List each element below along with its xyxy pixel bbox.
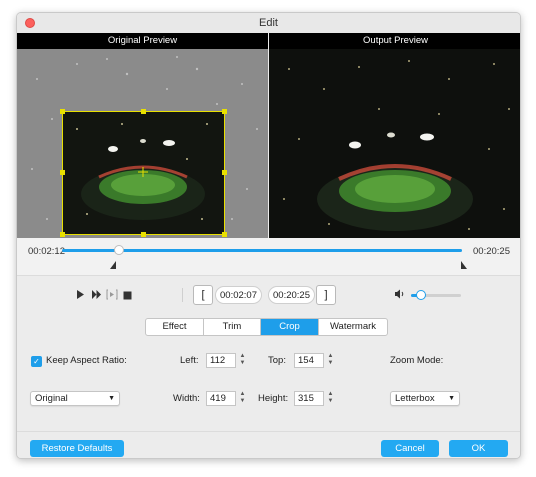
play-icon[interactable] [76, 289, 85, 304]
keep-aspect-label: Keep Aspect Ratio: [46, 355, 127, 366]
speaker-icon[interactable] [394, 288, 406, 304]
zoom-mode-value: Letterbox [395, 393, 435, 404]
left-input[interactable]: 112 [206, 353, 236, 368]
loop-bracket-icon[interactable] [106, 289, 118, 304]
chevron-down-icon: ▼ [108, 395, 115, 402]
zoom-mode-label: Zoom Mode: [390, 355, 444, 366]
edit-dialog: Edit Original Preview Output Preview 00:… [16, 12, 521, 459]
output-preview-label: Output Preview [269, 33, 520, 49]
trim-start-time[interactable]: 00:02:07 [215, 286, 262, 304]
ok-button[interactable]: OK [449, 440, 508, 457]
keep-aspect-checkbox[interactable]: ✓ [31, 356, 42, 367]
zoom-mode-select[interactable]: Letterbox ▼ [390, 391, 460, 406]
close-button[interactable] [25, 18, 35, 28]
dialog-footer: Restore Defaults Cancel OK [17, 431, 520, 458]
height-label: Height: [258, 393, 289, 404]
output-preview [269, 49, 520, 238]
title-bar: Edit [17, 13, 520, 33]
height-stepper[interactable]: ▲ ▼ [326, 391, 335, 406]
tab-watermark[interactable]: Watermark [319, 319, 387, 335]
top-input[interactable]: 154 [294, 353, 324, 368]
left-label: Left: [180, 355, 199, 366]
tab-crop[interactable]: Crop [261, 319, 319, 335]
playback-controls: [ 00:02:07 00:20:25 ] [17, 275, 520, 315]
volume-handle[interactable] [416, 290, 426, 300]
window-title: Edit [259, 17, 278, 29]
top-label: Top: [268, 355, 286, 366]
original-preview [17, 49, 268, 238]
height-input[interactable]: 315 [294, 391, 324, 406]
fast-forward-icon[interactable] [91, 289, 102, 304]
tab-trim[interactable]: Trim [204, 319, 261, 335]
width-stepper[interactable]: ▲ ▼ [238, 391, 247, 406]
top-stepper[interactable]: ▲ ▼ [326, 353, 335, 368]
aspect-ratio-select[interactable]: Original ▼ [30, 391, 120, 406]
stop-icon[interactable] [123, 290, 132, 304]
set-trim-start-button[interactable]: [ [193, 285, 213, 305]
end-time: 00:20:25 [473, 246, 510, 257]
crop-panel: ✓ Keep Aspect Ratio: Left: 112 ▲ ▼ Top: 1… [17, 336, 520, 426]
controls-divider [182, 288, 183, 302]
trim-start-marker[interactable] [110, 261, 116, 269]
chevron-down-icon: ▼ [448, 395, 455, 402]
set-trim-end-button[interactable]: ] [316, 285, 336, 305]
width-label: Width: [173, 393, 200, 404]
width-input[interactable]: 419 [206, 391, 236, 406]
trim-end-time[interactable]: 00:20:25 [268, 286, 315, 304]
original-preview-scene [17, 49, 268, 238]
output-preview-scene [269, 49, 520, 238]
trim-end-marker[interactable] [461, 261, 467, 269]
original-preview-label: Original Preview [17, 33, 268, 49]
edit-tabs: Effect Trim Crop Watermark [145, 318, 388, 336]
playhead-handle[interactable] [114, 245, 125, 255]
current-time: 00:02:12 [28, 246, 65, 257]
restore-defaults-button[interactable]: Restore Defaults [30, 440, 124, 457]
timeline: 00:02:12 00:20:25 [17, 238, 520, 275]
left-stepper[interactable]: ▲ ▼ [238, 353, 247, 368]
aspect-ratio-value: Original [35, 393, 68, 404]
cancel-button[interactable]: Cancel [381, 440, 439, 457]
tab-effect[interactable]: Effect [146, 319, 204, 335]
